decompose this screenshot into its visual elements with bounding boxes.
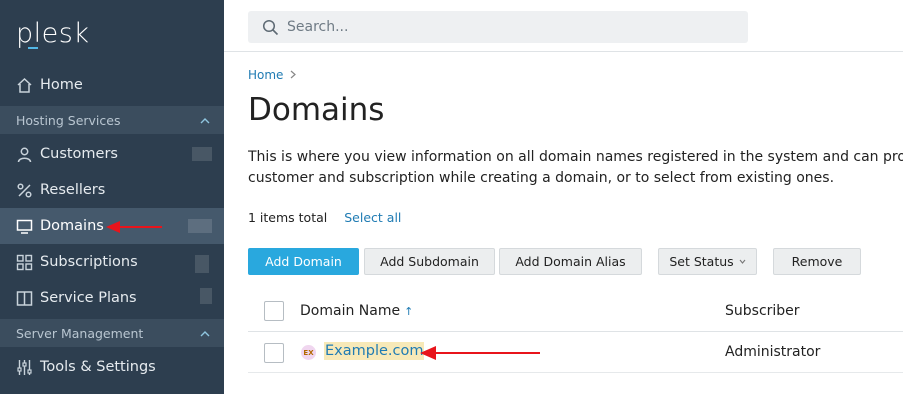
sidebar-item-tools-settings[interactable]: Tools & Settings <box>0 349 224 385</box>
chevron-down-icon <box>739 259 746 264</box>
percent-icon <box>15 181 33 199</box>
sidebar-item-customers[interactable]: Customers <box>0 136 224 172</box>
column-domain-name[interactable]: Domain Name ↑ <box>300 303 413 319</box>
description-line: customer and subscription while creating… <box>248 170 835 186</box>
table-header: Domain Name ↑ Subscriber <box>248 290 903 332</box>
sidebar-item-subscriptions[interactable]: Subscriptions <box>0 244 224 280</box>
page-title: Domains <box>248 92 385 128</box>
sidebar-section-hosting-services[interactable]: Hosting Services <box>0 106 224 134</box>
chevron-right-icon <box>290 68 297 82</box>
home-icon <box>15 76 33 94</box>
select-all-link[interactable]: Select all <box>344 210 401 225</box>
search-icon <box>262 19 279 36</box>
page-description: This is where you view information on al… <box>248 147 903 189</box>
sidebar-item-label: Domains <box>40 218 104 234</box>
sort-arrow-up-icon: ↑ <box>404 305 414 318</box>
row-checkbox[interactable] <box>264 343 284 363</box>
grid-icon <box>15 253 33 271</box>
domain-link[interactable]: Example.com <box>324 342 425 360</box>
sidebar-item-label: Service Plans <box>40 290 137 306</box>
count-badge <box>200 288 212 304</box>
set-status-button[interactable]: Set Status <box>658 248 757 275</box>
sidebar: plesk Home Hosting Services Customers Re… <box>0 0 224 394</box>
select-all-checkbox[interactable] <box>264 301 284 321</box>
subscriber-cell: Administrator <box>725 344 821 360</box>
book-icon <box>15 289 33 307</box>
sidebar-item-label: Tools & Settings <box>40 359 156 375</box>
top-bar <box>224 0 903 52</box>
domain-favicon-icon: EX <box>301 345 316 360</box>
list-summary: 1 items total Select all <box>248 210 401 225</box>
add-domain-alias-button[interactable]: Add Domain Alias <box>499 248 642 275</box>
chevron-up-icon <box>200 327 210 340</box>
sidebar-item-home[interactable]: Home <box>0 67 224 103</box>
items-total: 1 items total <box>248 210 328 225</box>
sidebar-item-service-plans[interactable]: Service Plans <box>0 280 224 316</box>
sidebar-section-label: Server Management <box>16 325 144 341</box>
count-badge <box>195 255 209 273</box>
breadcrumb: Home <box>248 68 297 82</box>
annotation-arrow-icon <box>420 346 540 360</box>
sidebar-section-server-management[interactable]: Server Management <box>0 319 224 347</box>
table-row: EX Example.com Administrator <box>248 333 903 373</box>
sidebar-section-label: Hosting Services <box>16 112 121 128</box>
annotation-arrow-icon <box>106 221 162 233</box>
logo-accent <box>28 47 38 49</box>
description-line: This is where you view information on al… <box>248 149 903 165</box>
add-domain-button[interactable]: Add Domain <box>248 248 359 275</box>
sidebar-item-resellers[interactable]: Resellers <box>0 172 224 208</box>
count-badge <box>192 147 212 161</box>
sidebar-item-label: Subscriptions <box>40 254 138 270</box>
user-icon <box>15 145 33 163</box>
search-box[interactable] <box>248 11 748 43</box>
sidebar-item-label: Home <box>40 77 83 93</box>
sliders-icon <box>15 358 33 376</box>
set-status-label: Set Status <box>669 254 734 269</box>
sidebar-item-label: Resellers <box>40 182 106 198</box>
count-badge <box>188 219 212 233</box>
remove-button[interactable]: Remove <box>773 248 861 275</box>
chevron-up-icon <box>200 114 210 127</box>
search-input[interactable] <box>287 19 707 35</box>
monitor-icon <box>15 217 33 235</box>
column-subscriber[interactable]: Subscriber <box>725 303 800 319</box>
plesk-logo[interactable]: plesk <box>16 18 89 49</box>
add-subdomain-button[interactable]: Add Subdomain <box>364 248 495 275</box>
column-label: Domain Name <box>300 303 401 319</box>
sidebar-item-label: Customers <box>40 146 118 162</box>
breadcrumb-home-link[interactable]: Home <box>248 68 283 82</box>
